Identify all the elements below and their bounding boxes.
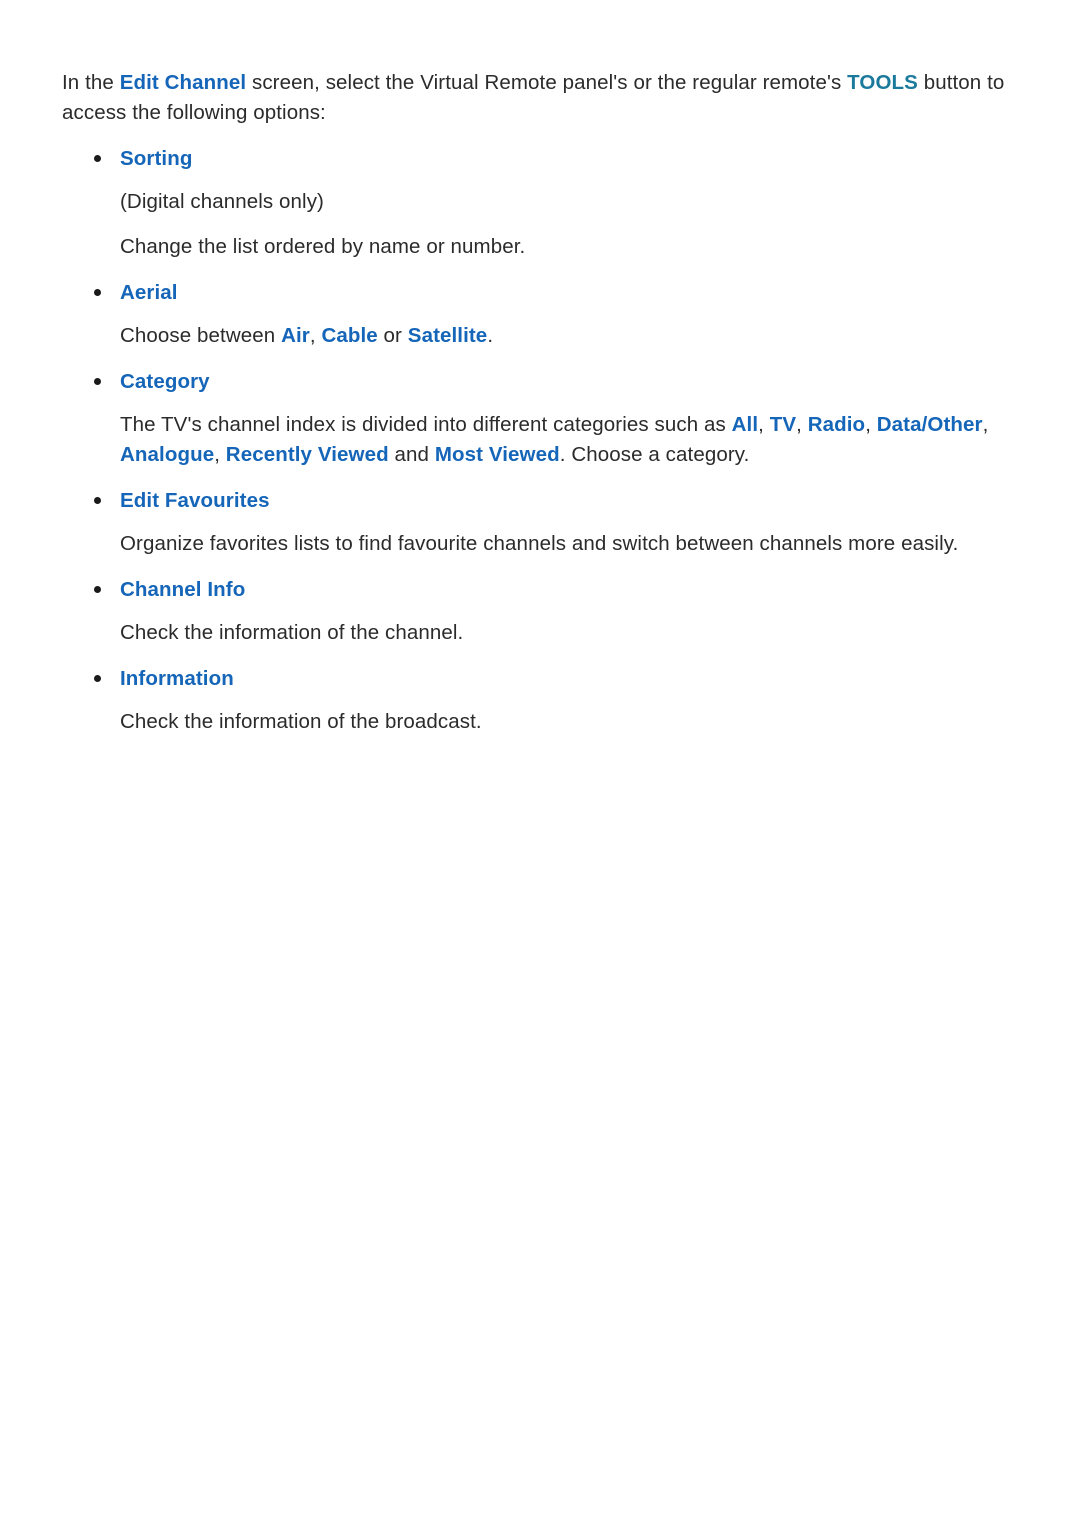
section-aerial: Aerial Choose between Air, Cable or Sate… [62,280,1012,351]
separator-text: , [982,413,989,436]
section-title-channel-info: Channel Info [120,578,246,601]
section-edit-favourites: Edit Favourites Organize favorites lists… [62,488,1012,559]
term-tools: TOOLS [847,71,918,94]
bullet-dot-icon [94,497,101,504]
section-category: Category The TV's channel index is divid… [62,369,1012,470]
section-body-channel-info: Check the information of the channel. [62,618,1012,648]
section-sorting: Sorting (Digital channels only) Change t… [62,146,1012,262]
bullet-dot-icon [94,675,101,682]
bullet-row-sorting: Sorting [62,146,1012,172]
separator-text: and [388,443,435,466]
section-body-edit-favourites: Organize favorites lists to find favouri… [62,529,1012,559]
term-air: Air [281,324,310,347]
term-all: All [731,413,759,436]
section-title-category: Category [120,370,210,393]
aerial-prefix-text: Choose between [120,324,282,347]
section-title-information: Information [120,667,234,690]
term-edit-channel: Edit Channel [119,71,247,94]
section-title-aerial: Aerial [120,281,178,304]
separator-text: , [214,443,226,466]
term-radio: Radio [807,413,866,436]
term-recently-viewed: Recently Viewed [225,443,389,466]
term-cable: Cable [321,324,378,347]
bullet-row-channel-info: Channel Info [62,577,1012,603]
category-prefix-text: The TV's channel index is divided into d… [120,413,732,436]
aerial-suffix-text: . [487,324,494,347]
section-body-information: Check the information of the broadcast. [62,707,1012,737]
category-suffix-text: . Choose a category. [559,443,750,466]
term-analogue: Analogue [120,443,215,466]
term-satellite: Satellite [407,324,488,347]
body-line: Organize favorites lists to find favouri… [120,532,959,555]
term-tv: TV [769,413,797,436]
bullet-dot-icon [94,155,101,162]
document-page: In the Edit Channel screen, select the V… [0,0,1080,1527]
body-line: The TV's channel index is divided into d… [120,410,1012,470]
bullet-dot-icon [94,289,101,296]
intro-paragraph: In the Edit Channel screen, select the V… [62,68,1012,128]
intro-middle-text: screen, select the Virtual Remote panel'… [246,71,848,94]
section-body-aerial: Choose between Air, Cable or Satellite. [62,321,1012,351]
body-line: Check the information of the channel. [120,621,464,644]
section-channel-info: Channel Info Check the information of th… [62,577,1012,648]
separator-text: , [758,413,770,436]
document-content: In the Edit Channel screen, select the V… [62,68,1012,737]
bullet-dot-icon [94,586,101,593]
separator-text: , [865,413,877,436]
bullet-row-aerial: Aerial [62,280,1012,306]
body-line: (Digital channels only) [120,190,324,213]
section-title-edit-favourites: Edit Favourites [120,489,270,512]
section-information: Information Check the information of the… [62,666,1012,737]
bullet-dot-icon [94,378,101,385]
section-body-category: The TV's channel index is divided into d… [62,410,1012,470]
term-data-other: Data/Other [876,413,983,436]
body-line: Choose between Air, Cable or Satellite. [120,321,1012,351]
bullet-row-information: Information [62,666,1012,692]
section-title-sorting: Sorting [120,147,193,170]
separator-text: , [309,324,322,347]
bullet-row-category: Category [62,369,1012,395]
bullet-row-edit-favourites: Edit Favourites [62,488,1012,514]
intro-prefix-text: In the [62,71,120,94]
separator-text: or [377,324,408,347]
body-line: Check the information of the broadcast. [120,710,482,733]
term-most-viewed: Most Viewed [434,443,560,466]
section-body-sorting: (Digital channels only) Change the list … [62,187,1012,262]
separator-text: , [796,413,808,436]
body-line: Change the list ordered by name or numbe… [120,235,526,258]
